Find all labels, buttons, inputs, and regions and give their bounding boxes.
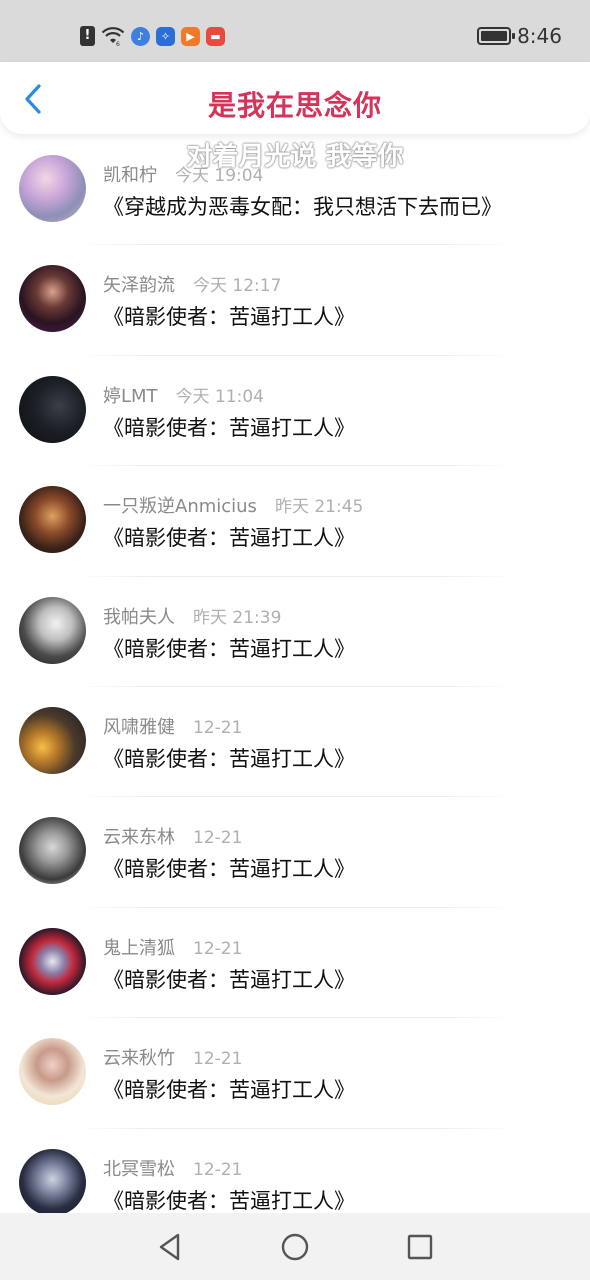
user-name[interactable]: 北冥雪松 xyxy=(103,1155,175,1181)
list-item[interactable]: 一只叛逆Anmicius 昨天 21:45 《暗影使者：苦逼打工人》 xyxy=(0,466,590,577)
timestamp: 12-21 xyxy=(193,717,243,738)
user-name[interactable]: 云来秋竹 xyxy=(103,1044,175,1070)
user-name[interactable]: 矢泽韵流 xyxy=(103,271,175,297)
book-title[interactable]: 《暗影使者：苦逼打工人》 xyxy=(103,301,355,331)
list-item[interactable]: 云来秋竹 12-21 《暗影使者：苦逼打工人》 xyxy=(0,1018,590,1129)
user-name[interactable]: 我帕夫人 xyxy=(103,603,175,629)
music-app-icon: ♪ xyxy=(131,26,150,46)
avatar[interactable] xyxy=(19,265,86,333)
danmaku-text: 对着月光说 我等你 xyxy=(186,142,404,172)
recents-nav-icon xyxy=(407,1234,433,1259)
news-app-icon: ▬ xyxy=(206,26,225,46)
avatar[interactable] xyxy=(19,1148,86,1213)
back-nav-button[interactable] xyxy=(108,1217,233,1277)
list-item[interactable]: 婷LMT 今天 11:04 《暗影使者：苦逼打工人》 xyxy=(0,356,590,467)
book-title[interactable]: 《暗影使者：苦逼打工人》 xyxy=(103,964,355,994)
avatar[interactable] xyxy=(19,486,86,554)
timestamp: 12-21 xyxy=(193,828,243,849)
status-icons: ! 6 ♪ ✧ ▶ ▬ xyxy=(80,25,225,47)
user-name[interactable]: 云来东林 xyxy=(103,823,175,849)
book-title[interactable]: 《暗影使者：苦逼打工人》 xyxy=(103,412,355,442)
status-right: 8:46 xyxy=(477,24,562,48)
video-app-icon: ▶ xyxy=(181,26,200,46)
clock: 8:46 xyxy=(517,24,562,48)
timestamp: 昨天 21:39 xyxy=(193,607,282,628)
page-title: 是我在思念你 xyxy=(207,89,382,122)
timestamp: 12-21 xyxy=(193,938,243,959)
list-item[interactable]: 矢泽韵流 今天 12:17 《暗影使者：苦逼打工人》 xyxy=(0,245,590,356)
timestamp: 今天 11:04 xyxy=(175,386,264,407)
avatar[interactable] xyxy=(19,375,86,443)
book-title[interactable]: 《暗影使者：苦逼打工人》 xyxy=(103,522,355,552)
reader-list[interactable]: 凯和柠 今天 19:04 《穿越成为恶毒女配：我只想活下去而已》 矢泽韵流 今天 1… xyxy=(0,135,590,1213)
home-nav-button[interactable] xyxy=(233,1217,358,1277)
navigation-bar xyxy=(0,1213,590,1280)
book-title[interactable]: 《穿越成为恶毒女配：我只想活下去而已》 xyxy=(103,191,502,221)
header: 是我在思念你 xyxy=(0,62,590,134)
avatar[interactable] xyxy=(19,1038,86,1106)
list-item[interactable]: 风啸雅健 12-21 《暗影使者：苦逼打工人》 xyxy=(0,687,590,798)
list-item[interactable]: 云来东林 12-21 《暗影使者：苦逼打工人》 xyxy=(0,797,590,908)
back-nav-icon xyxy=(159,1233,180,1260)
user-name[interactable]: 鬼上清狐 xyxy=(103,934,175,960)
status-bar: ! 6 ♪ ✧ ▶ ▬ 8:46 xyxy=(0,0,590,62)
user-name[interactable]: 婷LMT xyxy=(103,382,158,408)
list-item[interactable]: 北冥雪松 12-21 《暗影使者：苦逼打工人》 xyxy=(0,1129,590,1213)
list-item[interactable]: 鬼上清狐 12-21 《暗影使者：苦逼打工人》 xyxy=(0,908,590,1019)
recents-nav-button[interactable] xyxy=(358,1217,483,1277)
alert-icon: ! xyxy=(80,26,95,46)
bulb-app-icon: ✧ xyxy=(156,26,175,46)
book-title[interactable]: 《暗影使者：苦逼打工人》 xyxy=(103,853,355,883)
wifi-icon: 6 xyxy=(101,27,125,46)
timestamp: 12-21 xyxy=(193,1049,243,1070)
avatar[interactable] xyxy=(19,596,86,664)
book-title[interactable]: 《暗影使者：苦逼打工人》 xyxy=(103,1074,355,1104)
list-item[interactable]: 我帕夫人 昨天 21:39 《暗影使者：苦逼打工人》 xyxy=(0,577,590,687)
avatar[interactable] xyxy=(19,706,86,774)
home-nav-icon xyxy=(281,1233,309,1260)
battery-icon xyxy=(477,27,516,45)
timestamp: 昨天 21:45 xyxy=(274,497,364,518)
book-title[interactable]: 《暗影使者：苦逼打工人》 xyxy=(103,1185,355,1213)
avatar[interactable] xyxy=(19,927,86,995)
book-title[interactable]: 《暗影使者：苦逼打工人》 xyxy=(103,743,355,773)
timestamp: 今天 12:17 xyxy=(193,276,282,297)
timestamp: 12-21 xyxy=(193,1159,243,1180)
svg-text:6: 6 xyxy=(116,41,120,46)
user-name[interactable]: 一只叛逆Anmicius xyxy=(103,492,257,518)
avatar[interactable] xyxy=(19,817,86,885)
book-title[interactable]: 《暗影使者：苦逼打工人》 xyxy=(103,633,355,663)
user-name[interactable]: 风啸雅健 xyxy=(103,713,175,739)
